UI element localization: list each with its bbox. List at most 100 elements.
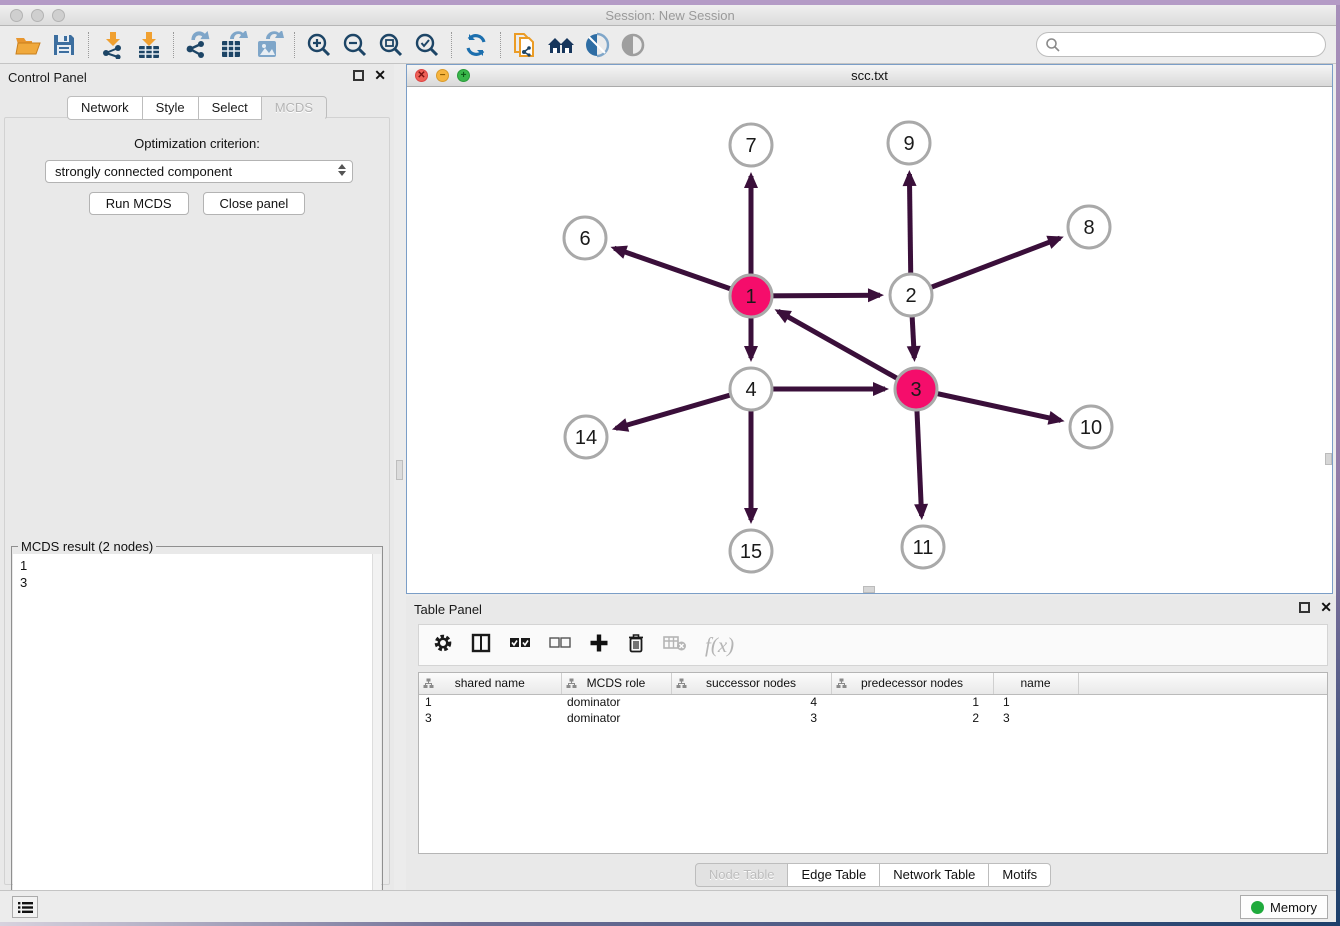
- status-bar: Memory: [0, 890, 1340, 922]
- export-table-icon: [220, 31, 248, 59]
- graph-node-label-3: 3: [910, 379, 921, 401]
- mcds-result-group: MCDS result (2 nodes) 1 3: [11, 546, 383, 922]
- graph-node-label-11: 11: [913, 537, 934, 559]
- criterion-dropdown[interactable]: strongly connected component: [45, 160, 353, 183]
- refresh-button[interactable]: [458, 29, 494, 61]
- table-cell[interactable]: [1078, 694, 1327, 710]
- table-cell[interactable]: dominator: [561, 694, 671, 710]
- graph-node-label-9: 9: [903, 133, 914, 155]
- hide-preview-button[interactable]: [615, 29, 651, 61]
- export-network-button[interactable]: [180, 29, 216, 61]
- table-cell[interactable]: [1078, 710, 1327, 726]
- toolbar-search[interactable]: [1036, 32, 1326, 57]
- column-header-successor-nodes[interactable]: successor nodes: [671, 673, 831, 694]
- column-type-icon: [423, 678, 434, 689]
- table-cell[interactable]: 1: [831, 694, 993, 710]
- close-panel-button[interactable]: Close panel: [203, 192, 306, 215]
- tab-network[interactable]: Network: [67, 96, 143, 120]
- search-input[interactable]: [1061, 37, 1311, 52]
- node-table-body[interactable]: 1dominator4113dominator323: [419, 694, 1327, 726]
- network-window-title: scc.txt: [407, 68, 1332, 83]
- tab-mcds[interactable]: MCDS: [262, 96, 327, 120]
- table-row[interactable]: 1dominator411: [419, 694, 1327, 710]
- open-session-button[interactable]: [10, 29, 46, 61]
- graph-node-label-6: 6: [579, 228, 590, 250]
- delete-table-icon: [663, 634, 687, 652]
- import-network-button[interactable]: [95, 29, 131, 61]
- network-vscroll-thumb[interactable]: [1325, 453, 1332, 465]
- task-history-button[interactable]: [12, 896, 38, 918]
- app-titlebar: Session: New Session: [0, 5, 1340, 26]
- table-panel-title: Table Panel: [414, 602, 482, 617]
- column-header-mcds-role[interactable]: MCDS role: [561, 673, 671, 694]
- tab-select[interactable]: Select: [199, 96, 262, 120]
- import-network-icon: [100, 31, 126, 59]
- panel-splitter-handle[interactable]: [396, 460, 403, 480]
- zoom-fit-icon: [378, 32, 404, 58]
- table-cell[interactable]: 3: [419, 710, 561, 726]
- table-cell[interactable]: 3: [671, 710, 831, 726]
- memory-button[interactable]: Memory: [1240, 895, 1328, 919]
- tab-network-table[interactable]: Network Table: [880, 863, 989, 887]
- table-cell[interactable]: dominator: [561, 710, 671, 726]
- table-settings-button[interactable]: [433, 633, 453, 658]
- column-header-shared-name[interactable]: shared name: [419, 673, 561, 694]
- graph-edge-2-8[interactable]: [911, 238, 1060, 295]
- zoom-fit-button[interactable]: [373, 29, 409, 61]
- home-button[interactable]: [543, 29, 579, 61]
- tab-node-table[interactable]: Node Table: [695, 863, 789, 887]
- table-panel: Table Panel ✕ f(x): [406, 596, 1340, 890]
- column-layout-button[interactable]: [471, 633, 491, 658]
- result-scrollbar[interactable]: [372, 554, 381, 920]
- import-table-button[interactable]: [131, 29, 167, 61]
- tab-style[interactable]: Style: [143, 96, 199, 120]
- table-cell[interactable]: 1: [993, 694, 1078, 710]
- column-header-name[interactable]: name: [993, 673, 1078, 694]
- style-preview-button[interactable]: [579, 29, 615, 61]
- save-floppy-icon: [52, 33, 76, 57]
- float-table-panel-icon[interactable]: [1299, 602, 1310, 613]
- column-header-predecessor-nodes[interactable]: predecessor nodes: [831, 673, 993, 694]
- column-header-blank: [1078, 673, 1327, 694]
- network-graph[interactable]: 1234678910111415: [407, 87, 1332, 593]
- memory-status-icon: [1251, 901, 1264, 914]
- save-session-button[interactable]: [46, 29, 82, 61]
- deselect-all-button[interactable]: [549, 636, 571, 655]
- delete-column-button[interactable]: [627, 633, 645, 658]
- network-from-file-button[interactable]: [507, 29, 543, 61]
- float-panel-icon[interactable]: [353, 70, 364, 81]
- network-canvas[interactable]: 1234678910111415: [407, 87, 1332, 593]
- table-cell[interactable]: 4: [671, 694, 831, 710]
- tab-motifs[interactable]: Motifs: [989, 863, 1051, 887]
- network-hscroll-thumb[interactable]: [863, 586, 875, 593]
- select-all-button[interactable]: [509, 636, 531, 655]
- delete-table-button-disabled: [663, 634, 687, 657]
- table-cell[interactable]: 1: [419, 694, 561, 710]
- home-icon: [546, 33, 576, 57]
- zoom-selected-button[interactable]: [409, 29, 445, 61]
- column-type-icon: [836, 678, 847, 689]
- toolbar-separator: [294, 32, 295, 58]
- node-table[interactable]: shared name MCDS role successor nodes pr…: [418, 672, 1328, 854]
- table-toolbar: f(x): [418, 624, 1328, 666]
- table-header-row[interactable]: shared name MCDS role successor nodes pr…: [419, 673, 1327, 694]
- zoom-out-button[interactable]: [337, 29, 373, 61]
- close-panel-icon[interactable]: ✕: [374, 70, 386, 81]
- add-column-button[interactable]: [589, 633, 609, 658]
- table-cell[interactable]: 2: [831, 710, 993, 726]
- run-mcds-button[interactable]: Run MCDS: [89, 192, 189, 215]
- mcds-result-text[interactable]: 1 3: [13, 554, 381, 920]
- tab-edge-table[interactable]: Edge Table: [788, 863, 880, 887]
- table-cell[interactable]: 3: [993, 710, 1078, 726]
- close-table-panel-icon[interactable]: ✕: [1320, 602, 1332, 613]
- export-table-button[interactable]: [216, 29, 252, 61]
- half-eye-icon: [584, 32, 610, 58]
- table-row[interactable]: 3dominator323: [419, 710, 1327, 726]
- desktop-edge-right: [1336, 5, 1340, 922]
- export-image-button[interactable]: [252, 29, 288, 61]
- table-panel-header: Table Panel ✕: [406, 596, 1340, 622]
- network-window-titlebar[interactable]: ✕ − + scc.txt: [407, 65, 1332, 87]
- mcds-result-title: MCDS result (2 nodes): [18, 539, 156, 554]
- zoom-in-button[interactable]: [301, 29, 337, 61]
- graph-edge-3-1[interactable]: [778, 311, 916, 389]
